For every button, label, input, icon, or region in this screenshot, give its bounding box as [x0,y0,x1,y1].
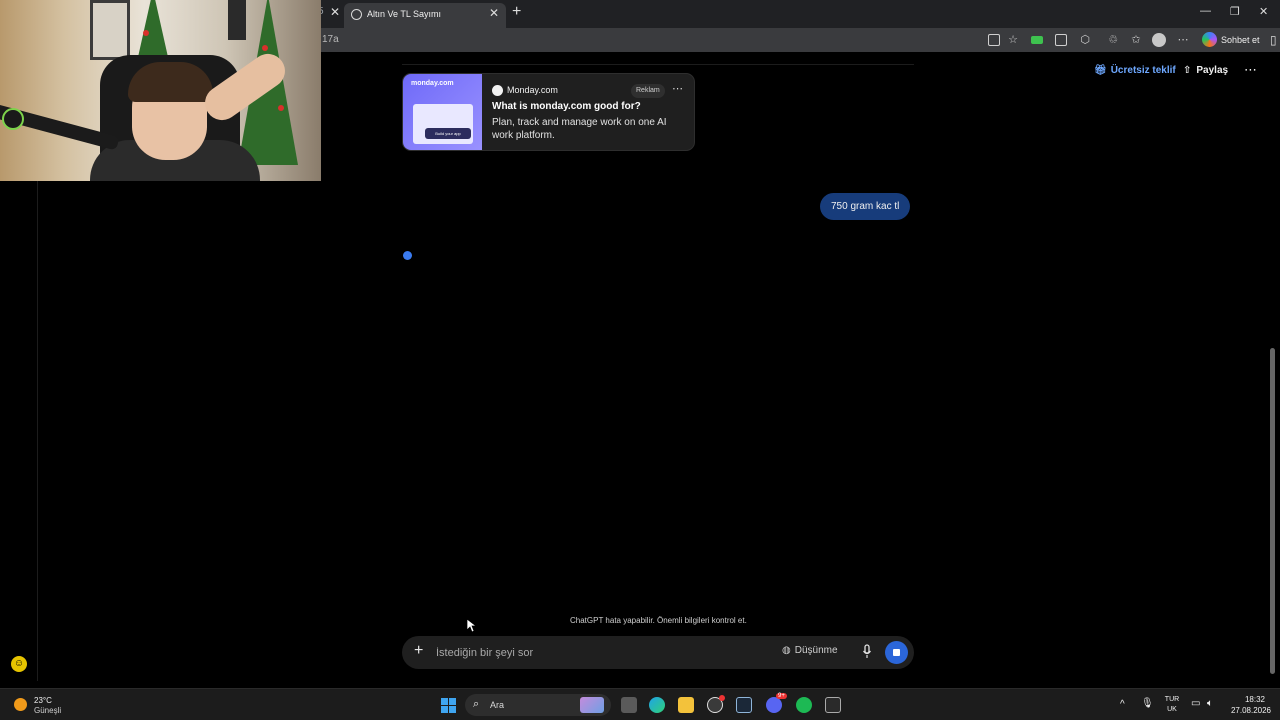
discord-badge: 9+ [776,693,787,699]
ad-image-button: Build your app [425,128,471,139]
task-view-icon[interactable] [621,697,637,713]
share-icon: ⇧ [1183,65,1192,76]
webcam-overlay [0,0,321,181]
reader-view-icon[interactable] [988,34,1000,46]
ad-source-icon [492,85,503,96]
thinking-bulb-icon: ◍ [782,645,791,656]
mouse-cursor-icon [467,619,477,633]
taskbar-date[interactable]: 27.08.2026 [1230,706,1272,715]
tray-expand-icon[interactable]: ^ [1120,699,1125,710]
prompt-input[interactable] [436,643,766,662]
stop-generating-button[interactable] [885,641,908,664]
windows-taskbar: 23°C Güneşli ⌕ Ara 9+ ^ 🎙︎ TUR UK ▭ 🔈︎ 1… [0,688,1280,720]
language-top[interactable]: TUR [1162,696,1182,703]
disclaimer-text: ChatGPT hata yapabilir. Önemli bilgileri… [570,616,747,625]
browser-menu-icon[interactable]: ⋯ [1177,34,1189,46]
tray-display-icon[interactable]: ▭ [1191,698,1200,709]
page-scrollbar[interactable] [1270,348,1275,674]
tray-mic-icon[interactable]: 🎙︎ [1141,698,1154,709]
file-explorer-icon[interactable] [678,697,694,713]
tab-close-icon[interactable]: ✕ [489,6,499,20]
thinking-label: Düşünme [794,645,838,656]
favorites-list-icon[interactable]: ✩ [1130,34,1142,46]
notification-dot [719,695,725,701]
user-profile-icon[interactable]: ☺ [11,656,27,672]
message-composer: + ◍ Düşünme [402,636,914,669]
person-hair [128,62,213,102]
language-bottom[interactable]: UK [1162,706,1182,713]
free-offer-label: Ücretsiz teklif [1110,65,1176,76]
sidebar-toggle-icon[interactable]: ▯ [1270,33,1277,47]
ad-badge: Reklam [631,84,665,98]
search-label: Ara [490,700,505,710]
gift-icon: 🎁︎ [1094,65,1107,76]
free-offer-button[interactable]: 🎁︎ Ücretsiz teklif [1094,65,1176,76]
assistant-typing-indicator [403,251,412,260]
extensions-puzzle-icon[interactable]: ⬡ [1079,34,1091,46]
start-button-icon[interactable] [441,698,456,713]
ad-description: Plan, track and manage work on one AI wo… [492,117,667,141]
sidebar-divider [37,181,38,681]
tab-active-title: Altın Ve TL Sayımı [367,9,442,19]
window-minimize-icon[interactable]: — [1200,5,1211,17]
performance-icon[interactable]: ♲ [1107,34,1119,46]
new-tab-plus-icon[interactable]: + [512,3,521,21]
tray-volume-icon[interactable]: 🔈︎ [1207,698,1213,709]
window-close-icon[interactable]: ✕ [1259,5,1268,18]
taskbar-search[interactable]: ⌕ Ara [465,694,611,716]
copilot-icon[interactable] [1202,32,1217,47]
epic-games-icon[interactable] [825,697,841,713]
favorite-star-icon[interactable]: ☆ [1007,34,1019,46]
search-highlight-icon [580,697,604,713]
microphone-icon[interactable] [862,644,872,660]
extension-box-icon[interactable] [1055,34,1067,46]
search-icon: ⌕ [473,698,480,710]
window-restore-icon[interactable]: ❐ [1230,5,1240,18]
sponsored-ad-card[interactable]: monday.com Build your app Monday.com Rek… [402,73,695,151]
ad-more-icon[interactable]: ⋯ [672,82,683,95]
weather-description[interactable]: Güneşli [34,706,61,715]
spotify-icon[interactable] [796,697,812,713]
weather-temperature[interactable]: 23°C [34,696,52,705]
tab-active[interactable]: Altın Ve TL Sayımı ✕ [344,3,506,28]
taskbar-time[interactable]: 18:32 [1238,695,1272,704]
address-bar-url[interactable]: 17a [322,34,339,45]
profile-avatar-icon[interactable] [1152,33,1166,47]
chatgpt-favicon-icon [351,9,362,20]
ad-source[interactable]: Monday.com [507,85,558,95]
ad-image-logo: monday.com [411,80,454,87]
share-label: Paylaş [1196,65,1229,76]
tab-previous[interactable]: 5 ✕ [318,5,344,22]
conversation-options-icon[interactable]: ⋯ [1244,62,1258,78]
header-divider [402,64,914,65]
weather-sun-icon[interactable] [14,698,27,711]
discord-icon[interactable] [766,697,782,713]
microphone-ring [2,108,24,130]
ad-image[interactable]: monday.com Build your app [403,74,482,150]
attach-plus-icon[interactable]: + [414,642,423,660]
edge-icon[interactable] [649,697,665,713]
thinking-toggle[interactable]: ◍ Düşünme [782,645,838,656]
user-message-bubble: 750 gram kac tl [820,193,911,220]
extension-green-icon[interactable] [1031,36,1043,44]
tab-previous-close-icon[interactable]: ✕ [330,5,340,19]
ad-title[interactable]: What is monday.com good for? [492,101,641,112]
copilot-chat-label[interactable]: Sohbet et [1221,35,1260,45]
share-button[interactable]: ⇧ Paylaş [1183,65,1228,76]
steam-icon[interactable] [736,697,752,713]
